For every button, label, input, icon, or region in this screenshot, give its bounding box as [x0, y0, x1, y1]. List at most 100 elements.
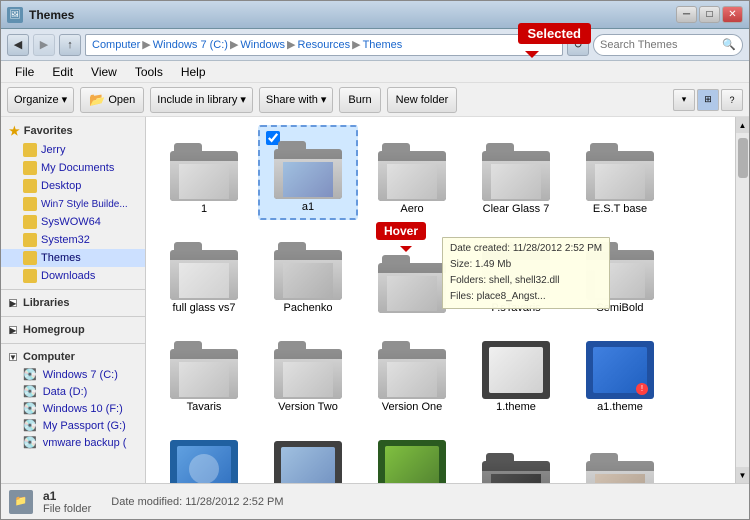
path-computer[interactable]: Computer: [92, 39, 140, 51]
sidebar-item-c-drive[interactable]: 💽 Windows 7 (C:): [1, 366, 145, 383]
homegroup-toggle[interactable]: ▶: [9, 326, 17, 334]
sidebar-item-jerry[interactable]: Jerry: [1, 141, 145, 159]
list-item[interactable]: a1: [258, 125, 358, 220]
folder-icon: [378, 255, 446, 313]
menu-view[interactable]: View: [83, 63, 125, 81]
hover-tooltip: Date created: 11/28/2012 2:52 PM Size: 1…: [442, 237, 610, 309]
view-large-icons[interactable]: ⊞: [697, 89, 719, 111]
view-buttons: ▾ ⊞ ?: [673, 89, 743, 111]
burn-button[interactable]: Burn: [339, 87, 380, 113]
list-item[interactable]: Clear Glass 7: [466, 125, 566, 220]
sidebar-item-desktop[interactable]: Desktop: [1, 177, 145, 195]
path-windows[interactable]: Windows: [240, 39, 285, 51]
open-button[interactable]: 📂Open: [80, 87, 144, 113]
back-button[interactable]: ◀: [7, 34, 29, 56]
folder-icon: [23, 161, 37, 175]
list-item[interactable]: 1.theme: [466, 323, 566, 418]
vertical-scrollbar[interactable]: ▲ ▼: [735, 117, 749, 483]
view-toggle[interactable]: ▾: [673, 89, 695, 111]
search-input[interactable]: [600, 39, 718, 51]
path-drive[interactable]: Windows 7 (C:): [153, 39, 228, 51]
folder-icon: [170, 341, 238, 399]
list-item[interactable]: full glass vs7: [154, 224, 254, 319]
scroll-track: [736, 133, 749, 467]
main-content: ★ Favorites Jerry My Documents Desktop: [1, 117, 749, 483]
selected-tooltip: Selected: [518, 23, 591, 44]
computer-toggle[interactable]: ▼: [9, 353, 17, 361]
list-item[interactable]: [466, 422, 566, 483]
path-resources[interactable]: Resources: [298, 39, 351, 51]
sidebar-item-vmware[interactable]: 💽 vmware backup (: [1, 434, 145, 451]
list-item[interactable]: Tavaris: [154, 323, 254, 418]
list-item[interactable]: Hover Date created: 11/28/2012 2:52 PM S…: [362, 224, 462, 319]
theme-icon: [378, 440, 446, 483]
forward-button[interactable]: ▶: [33, 34, 55, 56]
folder-icon: [482, 143, 550, 201]
list-item[interactable]: Pachenko: [258, 224, 358, 319]
folder-icon: [274, 141, 342, 199]
list-item[interactable]: Version One: [362, 323, 462, 418]
scroll-down-button[interactable]: ▼: [736, 467, 750, 483]
folder-icon: [482, 453, 550, 483]
list-item[interactable]: E.S.T base: [570, 125, 670, 220]
list-item[interactable]: characters.theme: [362, 422, 462, 483]
drive-icon: 💽: [23, 402, 37, 415]
folder-icon: [274, 341, 342, 399]
include-in-library-button[interactable]: Include in library ▾: [150, 87, 253, 113]
list-item[interactable]: 1: [154, 125, 254, 220]
list-item[interactable]: aero.theme: [154, 422, 254, 483]
libraries-toggle[interactable]: ▶: [9, 299, 17, 307]
folder-icon: [170, 143, 238, 201]
sidebar-item-downloads[interactable]: Downloads: [1, 267, 145, 285]
up-button[interactable]: ↑: [59, 34, 81, 56]
window-icon: 🖼: [7, 7, 23, 23]
favorites-header[interactable]: ★ Favorites: [1, 121, 145, 141]
minimize-button[interactable]: ─: [676, 6, 697, 23]
star-icon: ★: [9, 124, 20, 138]
sidebar-item-f-drive[interactable]: 💽 Windows 10 (F:): [1, 400, 145, 417]
menu-tools[interactable]: Tools: [127, 63, 171, 81]
sidebar-item-win7[interactable]: Win7 Style Builde...: [1, 195, 145, 213]
scroll-up-button[interactable]: ▲: [736, 117, 750, 133]
libraries-header[interactable]: ▶ Libraries: [1, 294, 145, 312]
sidebar-divider-3: [1, 343, 145, 344]
drive-icon: 💽: [23, 436, 37, 449]
list-item[interactable]: architecture.the me: [258, 422, 358, 483]
sidebar-item-system32[interactable]: System32: [1, 231, 145, 249]
list-item[interactable]: [570, 422, 670, 483]
folder-icon: [586, 143, 654, 201]
list-item[interactable]: Aero: [362, 125, 462, 220]
maximize-button[interactable]: □: [699, 6, 720, 23]
sidebar-item-syswow[interactable]: SysWOW64: [1, 213, 145, 231]
menu-file[interactable]: File: [7, 63, 42, 81]
sidebar: ★ Favorites Jerry My Documents Desktop: [1, 117, 146, 483]
close-button[interactable]: ✕: [722, 6, 743, 23]
address-path[interactable]: Computer ▶ Windows 7 (C:) ▶ Windows ▶ Re…: [85, 34, 563, 56]
theme-icon: [274, 441, 342, 483]
status-filename: a1: [43, 489, 91, 503]
sidebar-item-d-drive[interactable]: 💽 Data (D:): [1, 383, 145, 400]
folder-icon: [23, 251, 37, 265]
new-folder-button[interactable]: New folder: [387, 87, 458, 113]
folder-icon: [170, 242, 238, 300]
help-button[interactable]: ?: [721, 89, 743, 111]
file-area[interactable]: 1 a1: [146, 117, 735, 483]
sidebar-item-themes[interactable]: Themes: [1, 249, 145, 267]
organize-button[interactable]: Organize ▾: [7, 87, 74, 113]
folder-icon: [23, 197, 37, 211]
share-with-button[interactable]: Share with ▾: [259, 87, 334, 113]
computer-header[interactable]: ▼ Computer: [1, 348, 145, 366]
folder-icon: [378, 341, 446, 399]
list-item[interactable]: ! a1.theme: [570, 323, 670, 418]
homegroup-header[interactable]: ▶ Homegroup: [1, 321, 145, 339]
list-item[interactable]: Version Two: [258, 323, 358, 418]
window-controls: ─ □ ✕: [676, 6, 743, 23]
sidebar-item-mydocs[interactable]: My Documents: [1, 159, 145, 177]
main-window: 🖼 Themes ─ □ ✕ ◀ ▶ ↑ Computer ▶ Windows …: [0, 0, 750, 520]
scroll-thumb[interactable]: [738, 138, 748, 178]
path-themes[interactable]: Themes: [363, 39, 403, 51]
sidebar-item-g-drive[interactable]: 💽 My Passport (G:): [1, 417, 145, 434]
menu-edit[interactable]: Edit: [44, 63, 81, 81]
search-box[interactable]: 🔍: [593, 34, 743, 56]
menu-help[interactable]: Help: [173, 63, 214, 81]
